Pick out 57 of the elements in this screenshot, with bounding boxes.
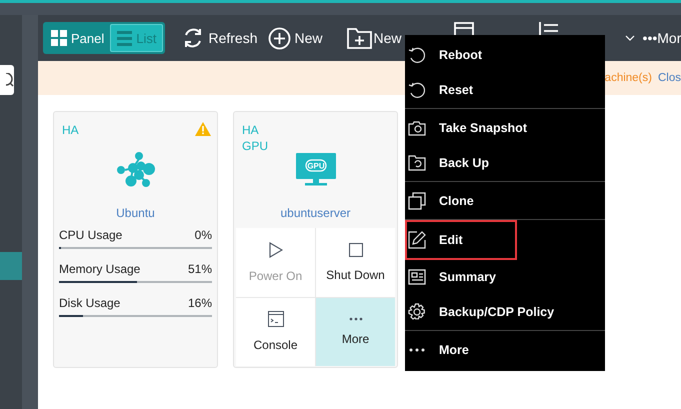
toolbar-button[interactable] <box>454 22 474 35</box>
metric-value: 51% <box>188 262 212 276</box>
list-icon <box>538 22 559 35</box>
toolbar-button[interactable] <box>624 35 635 41</box>
vm-name[interactable]: ubuntuserver <box>234 206 397 220</box>
monitor-label: GPU <box>306 162 324 170</box>
notice-text: achine(s) <box>604 72 652 84</box>
stop-icon <box>348 242 362 257</box>
toolbar-button[interactable]: New <box>268 26 323 50</box>
rotate-icon <box>408 46 426 64</box>
menu-item[interactable]: Take Snapshot <box>406 110 604 145</box>
summary-icon <box>408 268 426 284</box>
search-icon <box>6 73 14 87</box>
settings-icon <box>408 302 426 320</box>
toolbar-button[interactable]: New <box>346 27 402 49</box>
menu-item[interactable]: More <box>406 332 604 367</box>
grid-icon <box>51 30 67 46</box>
metric-label: Memory Usage <box>59 262 140 276</box>
menu-item[interactable]: Reboot <box>406 37 604 72</box>
action-button[interactable]: More <box>316 298 395 366</box>
rotate-icon <box>408 80 426 98</box>
toolbar-button[interactable]: Refresh <box>182 27 258 49</box>
menu-item[interactable]: Backup/CDP Policy <box>406 294 604 329</box>
close-link[interactable]: Clos <box>658 72 681 84</box>
vm-name[interactable]: Ubuntu <box>54 206 217 220</box>
more-icon <box>348 317 362 322</box>
metric-value: 0% <box>194 228 212 242</box>
folder-plus-icon <box>346 27 372 49</box>
metric-label: CPU Usage <box>59 228 122 242</box>
copy-icon <box>408 192 426 210</box>
camera-icon <box>408 120 426 136</box>
vm-card[interactable]: HA Ubuntu CPU Usage 0% Memory Usage 51% Disk Usage 16% <box>53 111 218 368</box>
more-icon <box>408 348 424 352</box>
more-button[interactable]: •••Mor <box>642 30 681 46</box>
menu-item[interactable]: Back Up <box>406 145 604 180</box>
node-cluster-icon <box>116 151 154 189</box>
tag-label: HA <box>62 122 80 138</box>
chevron-down-icon <box>624 35 635 41</box>
list-icon <box>117 30 132 46</box>
tag-label: GPU <box>242 138 270 154</box>
menu-item[interactable]: Summary <box>406 259 604 294</box>
metric-label: Disk Usage <box>59 296 120 310</box>
toolbar-button[interactable] <box>538 22 559 35</box>
metric-value: 16% <box>188 296 212 310</box>
plus-circle-icon <box>268 26 291 50</box>
document-icon <box>454 22 474 35</box>
menu-item[interactable]: Edit <box>406 221 516 259</box>
console-icon <box>268 311 284 328</box>
folder-rotate-icon <box>408 154 426 170</box>
action-button[interactable]: Shut Down <box>316 228 395 296</box>
menu-item[interactable]: Reset <box>406 72 604 107</box>
edit-icon <box>408 231 426 249</box>
menu-item[interactable]: Clone <box>406 183 604 218</box>
play-icon <box>268 242 282 258</box>
search-field[interactable] <box>0 65 14 95</box>
tag-label: HA <box>242 122 260 138</box>
action-button[interactable]: Console <box>236 298 315 366</box>
